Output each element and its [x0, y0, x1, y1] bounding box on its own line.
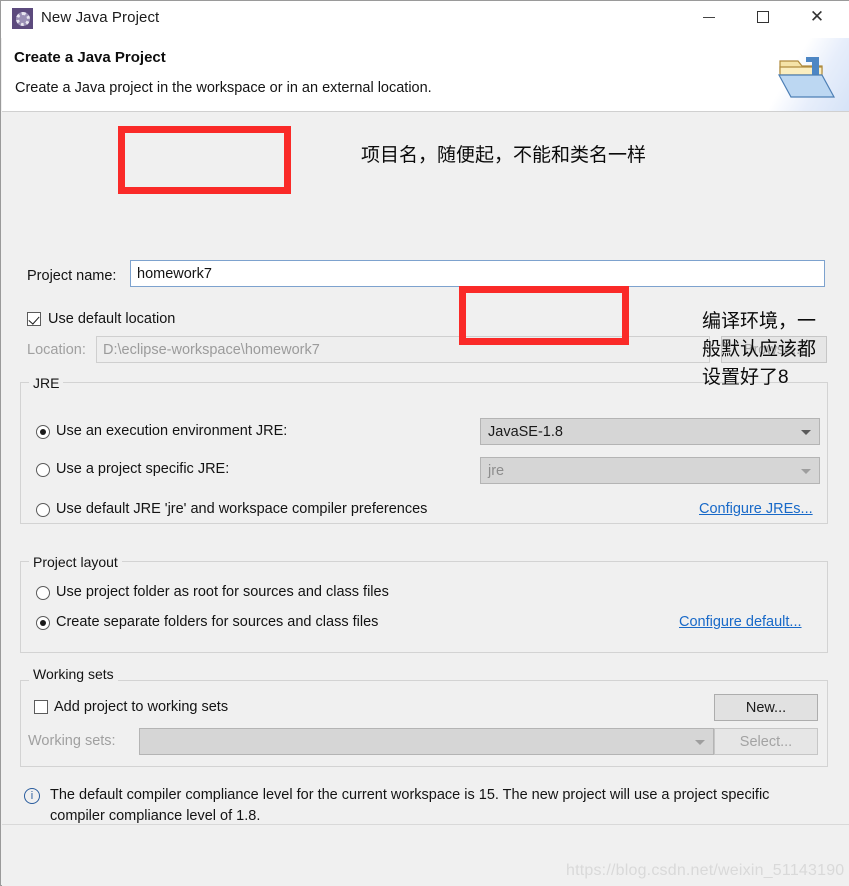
- execution-environment-combo[interactable]: JavaSE-1.8: [480, 418, 820, 445]
- new-java-project-dialog: New Java Project ✕ Create a Java Project…: [0, 0, 849, 886]
- jre-group-title: JRE: [29, 375, 64, 391]
- radio-project-specific-jre[interactable]: [36, 463, 50, 477]
- watermark: https://blog.csdn.net/weixin_51143190: [566, 862, 845, 879]
- chevron-down-icon: [695, 739, 705, 745]
- annotation-project-name: 项目名，随便起，不能和类名一样: [361, 145, 647, 166]
- use-default-location-label: Use default location: [48, 311, 176, 327]
- annotation-jre-line2: 般默认应该都: [702, 339, 817, 360]
- header-banner: [759, 38, 849, 111]
- chevron-down-icon: [801, 429, 811, 435]
- annotation-jre-line1: 编译环境，一: [702, 311, 817, 332]
- highlight-box-jre-combo: [459, 286, 629, 345]
- window-title: New Java Project: [41, 9, 160, 26]
- dialog-body: Project name: homework7 Use default loca…: [2, 112, 849, 824]
- add-to-working-sets-label: Add project to working sets: [54, 699, 229, 715]
- project-specific-jre-combo[interactable]: jre: [480, 457, 820, 484]
- page-description: Create a Java project in the workspace o…: [15, 80, 432, 96]
- new-working-set-button[interactable]: New...: [714, 694, 818, 721]
- project-name-input[interactable]: homework7: [130, 260, 825, 287]
- project-layout-group: [20, 561, 828, 653]
- eclipse-java-project-icon: [12, 8, 33, 29]
- add-to-working-sets-checkbox[interactable]: [34, 700, 48, 714]
- configure-default-link[interactable]: Configure default...: [679, 614, 802, 630]
- working-sets-group-title: Working sets: [29, 666, 118, 682]
- title-bar: New Java Project ✕: [1, 1, 849, 38]
- maximize-icon[interactable]: [740, 1, 786, 33]
- java-folder-icon: [777, 57, 836, 98]
- location-label: Location:: [27, 342, 86, 358]
- dialog-header: Create a Java Project Create a Java proj…: [2, 38, 849, 112]
- radio-execution-environment-jre-label: Use an execution environment JRE:: [56, 423, 288, 439]
- project-specific-jre-value: jre: [488, 462, 505, 479]
- working-sets-combo[interactable]: [139, 728, 714, 755]
- minimize-icon[interactable]: [686, 1, 732, 33]
- radio-execution-environment-jre[interactable]: [36, 425, 50, 439]
- radio-separate-folders-label: Create separate folders for sources and …: [56, 614, 379, 630]
- highlight-box-project-name: [118, 126, 291, 194]
- project-name-label: Project name:: [27, 268, 117, 284]
- info-icon: i: [24, 788, 40, 804]
- radio-project-folder-root-label: Use project folder as root for sources a…: [56, 584, 389, 600]
- radio-project-specific-jre-label: Use a project specific JRE:: [56, 461, 230, 477]
- radio-project-folder-root[interactable]: [36, 586, 50, 600]
- annotation-jre-line3: 设置好了8: [702, 367, 789, 388]
- chevron-down-icon: [801, 468, 811, 474]
- working-sets-label: Working sets:: [28, 733, 116, 749]
- execution-environment-value: JavaSE-1.8: [488, 423, 563, 440]
- project-layout-group-title: Project layout: [29, 554, 122, 570]
- select-working-set-button[interactable]: Select...: [714, 728, 818, 755]
- close-icon[interactable]: ✕: [794, 1, 840, 33]
- radio-default-jre[interactable]: [36, 503, 50, 517]
- configure-jres-link[interactable]: Configure JREs...: [699, 501, 813, 517]
- radio-separate-folders[interactable]: [36, 616, 50, 630]
- radio-default-jre-label: Use default JRE 'jre' and workspace comp…: [56, 501, 428, 517]
- info-message: The default compiler compliance level fo…: [50, 787, 770, 824]
- use-default-location-checkbox[interactable]: [27, 312, 41, 326]
- page-title: Create a Java Project: [14, 49, 166, 66]
